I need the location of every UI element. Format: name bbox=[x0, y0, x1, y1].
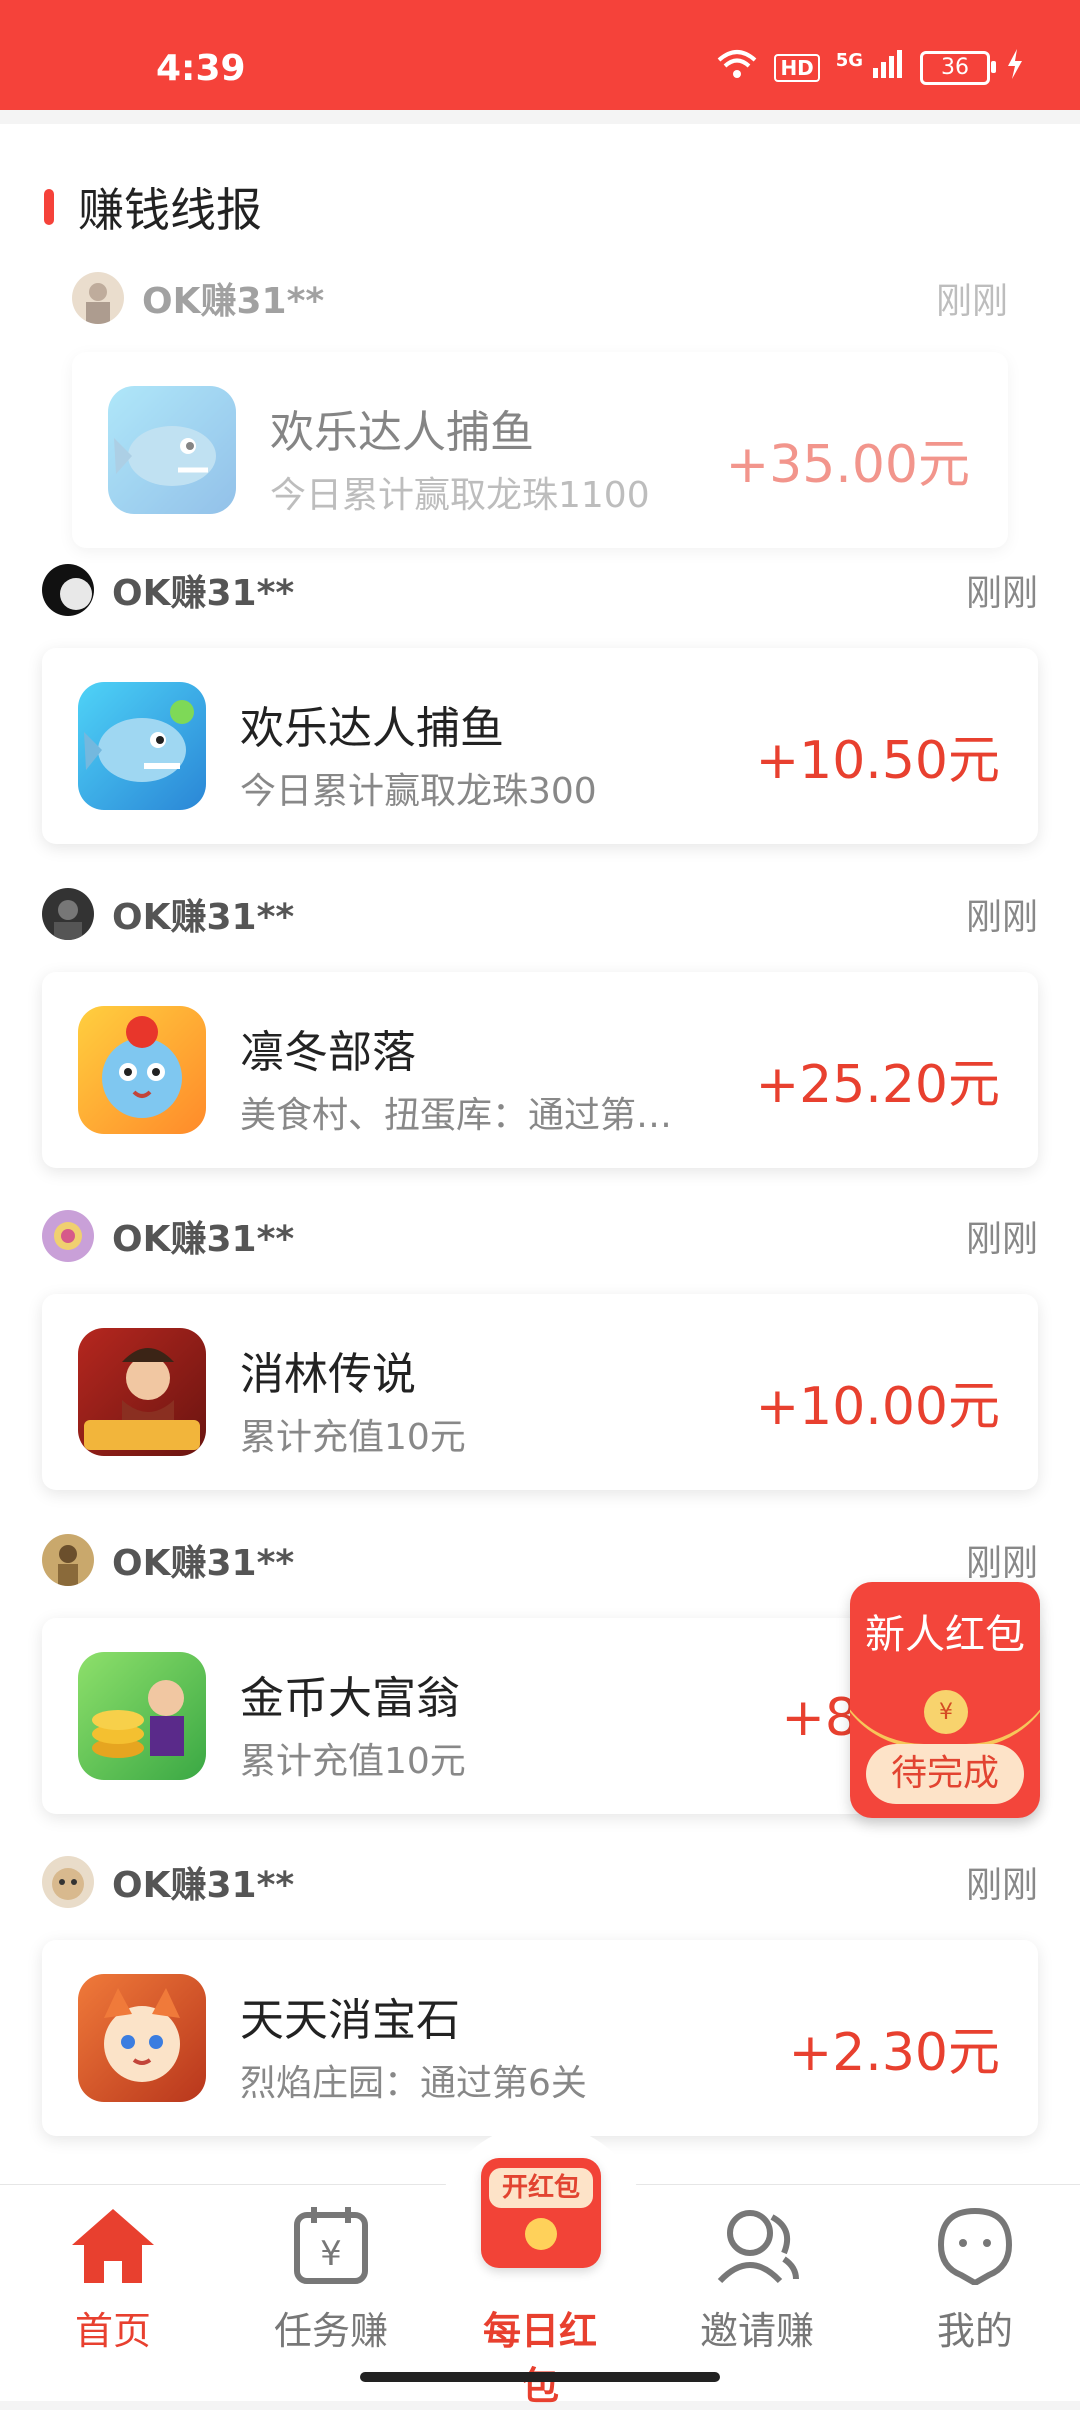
feed-card[interactable]: 欢乐达人捕鱼 今日累计赢取龙珠300 +10.50元 bbox=[42, 648, 1038, 844]
newbie-redpacket-title: 新人红包 bbox=[865, 1612, 1025, 1658]
avatar bbox=[42, 1856, 94, 1908]
home-icon bbox=[68, 2200, 158, 2290]
reward-amount: +25.20元 bbox=[755, 1055, 1000, 1115]
feed-time: 刚刚 bbox=[965, 1219, 1038, 1260]
tab-mine[interactable]: 我的 bbox=[900, 2200, 1050, 2355]
app-name: 凛冬部落 bbox=[240, 1027, 416, 1078]
username: OK赚31** bbox=[142, 281, 325, 322]
tab-tasks-label: 任务赚 bbox=[273, 2309, 388, 2353]
invite-people-icon bbox=[712, 2200, 802, 2290]
charging-icon bbox=[1006, 49, 1024, 86]
app-desc: 累计充值10元 bbox=[240, 1417, 466, 1458]
tab-tasks[interactable]: ¥ 任务赚 bbox=[256, 2200, 406, 2355]
avatar bbox=[42, 1210, 94, 1262]
avatar bbox=[42, 564, 94, 616]
gem-game-icon bbox=[78, 1974, 206, 2102]
reward-amount: +10.50元 bbox=[755, 731, 1000, 791]
app-desc: 今日累计赢取龙珠300 bbox=[240, 771, 597, 812]
feed-time: 刚刚 bbox=[965, 1543, 1038, 1584]
tab-mine-label: 我的 bbox=[936, 2309, 1013, 2353]
feed-item-header: OK赚31** 刚刚 bbox=[72, 270, 1008, 326]
status-time: 4:39 bbox=[156, 48, 246, 89]
battery-icon: 36 bbox=[920, 50, 996, 85]
app-name: 天天消宝石 bbox=[240, 1995, 460, 2046]
fishing-game-icon bbox=[108, 386, 236, 514]
tab-daily-redpacket-label: 每日红包 bbox=[482, 2309, 597, 2408]
feed-item-header: OK赚31** 刚刚 bbox=[42, 1854, 1038, 1910]
tab-invite-label: 邀请赚 bbox=[699, 2309, 814, 2353]
reward-amount: +8 bbox=[781, 1688, 858, 1748]
avatar bbox=[42, 888, 94, 940]
fishing-game-icon bbox=[78, 682, 206, 810]
app-desc: 累计充值10元 bbox=[240, 1741, 466, 1782]
app-name: 欢乐达人捕鱼 bbox=[240, 703, 504, 754]
feed-time: 刚刚 bbox=[965, 573, 1038, 614]
tab-home[interactable]: 首页 bbox=[38, 2200, 188, 2355]
reward-amount: +35.00元 bbox=[725, 435, 970, 495]
svg-text:¥: ¥ bbox=[320, 2234, 342, 2274]
username: OK赚31** bbox=[112, 573, 295, 614]
feed-card[interactable]: 消林传说 累计充值10元 +10.00元 bbox=[42, 1294, 1038, 1490]
profile-icon bbox=[930, 2200, 1020, 2290]
feed-item-header: OK赚31** 刚刚 bbox=[42, 562, 1038, 618]
feed-item-header: OK赚31** 刚刚 bbox=[42, 1532, 1038, 1588]
feed-time: 刚刚 bbox=[965, 1865, 1038, 1906]
app-name: 欢乐达人捕鱼 bbox=[270, 407, 534, 458]
earnings-news-panel: 赚钱线报 OK赚31** 刚刚 欢乐达人捕鱼 今日累计赢取龙珠1100 +35.… bbox=[0, 124, 1080, 2184]
username: OK赚31** bbox=[112, 1865, 295, 1906]
status-icons: HD 5G 36 bbox=[716, 48, 1024, 87]
legend-game-icon bbox=[78, 1328, 206, 1456]
yuan-coin-icon: ¥ bbox=[924, 1690, 968, 1734]
feed-card[interactable]: 凛冬部落 美食村、扭蛋库：通过第… +25.20元 bbox=[42, 972, 1038, 1168]
hd-icon: HD bbox=[774, 53, 820, 82]
reward-amount: +10.00元 bbox=[755, 1377, 1000, 1437]
cat-game-icon bbox=[78, 1006, 206, 1134]
app-name: 消林传说 bbox=[240, 1349, 416, 1400]
feed-card[interactable]: 天天消宝石 烈焰庄园：通过第6关 +2.30元 bbox=[42, 1940, 1038, 2136]
app-desc: 美食村、扭蛋库：通过第… bbox=[240, 1095, 673, 1136]
signal-icon: 5G bbox=[836, 50, 904, 85]
newbie-redpacket-badge[interactable]: 新人红包 ¥ 待完成 bbox=[850, 1582, 1040, 1818]
feed-item-header: OK赚31** 刚刚 bbox=[42, 1208, 1038, 1264]
app-name: 金币大富翁 bbox=[240, 1673, 460, 1724]
avatar bbox=[72, 272, 124, 324]
coin-game-icon bbox=[78, 1652, 206, 1780]
section-title: 赚钱线报 bbox=[44, 174, 262, 240]
reward-amount: +2.30元 bbox=[788, 2023, 1000, 2083]
home-indicator[interactable] bbox=[360, 2372, 720, 2382]
app-desc: 今日累计赢取龙珠1100 bbox=[270, 475, 650, 516]
avatar bbox=[42, 1534, 94, 1586]
username: OK赚31** bbox=[112, 1219, 295, 1260]
feed-card[interactable]: 欢乐达人捕鱼 今日累计赢取龙珠1100 +35.00元 bbox=[72, 352, 1008, 548]
status-bar: 4:39 HD 5G 36 bbox=[0, 0, 1080, 110]
feed-item-header: OK赚31** 刚刚 bbox=[42, 886, 1038, 942]
feed-time: 刚刚 bbox=[935, 281, 1008, 322]
section-title-accent bbox=[44, 189, 54, 225]
app-desc: 烈焰庄园：通过第6关 bbox=[240, 2063, 587, 2104]
username: OK赚31** bbox=[112, 1543, 295, 1584]
username: OK赚31** bbox=[112, 897, 295, 938]
feed-time: 刚刚 bbox=[965, 897, 1038, 938]
pending-button[interactable]: 待完成 bbox=[866, 1744, 1024, 1804]
tab-home-label: 首页 bbox=[74, 2309, 151, 2353]
tab-invite[interactable]: 邀请赚 bbox=[682, 2200, 832, 2355]
wifi-icon bbox=[716, 48, 758, 87]
task-calendar-icon: ¥ bbox=[286, 2200, 376, 2290]
